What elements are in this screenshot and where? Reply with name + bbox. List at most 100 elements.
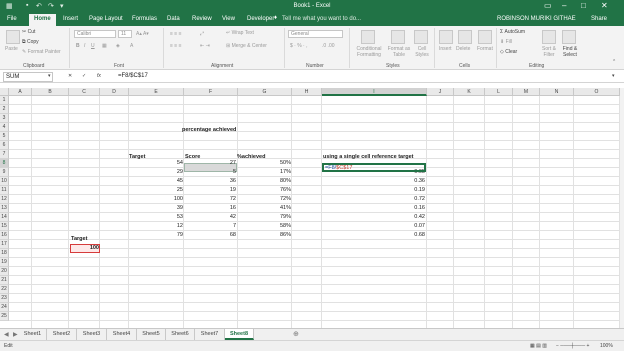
cell-i11[interactable]: 0.19 bbox=[322, 186, 426, 195]
sheet-tab-sheet2[interactable]: Sheet2 bbox=[47, 329, 77, 340]
format-as-table-button[interactable]: Format as Table bbox=[386, 46, 412, 58]
tab-review[interactable]: Review bbox=[192, 16, 212, 22]
format-cells-icon[interactable] bbox=[478, 30, 492, 44]
insert-cells-icon[interactable] bbox=[439, 30, 453, 44]
cell-g10[interactable]: 80% bbox=[238, 177, 292, 186]
cell-f15[interactable]: 7 bbox=[184, 222, 237, 231]
cell-i12[interactable]: 0.72 bbox=[322, 195, 426, 204]
fill-color-icon[interactable]: ◈ bbox=[116, 43, 120, 49]
column-header-b[interactable]: B bbox=[32, 88, 69, 96]
cell-g14[interactable]: 79% bbox=[238, 213, 292, 222]
row-header-7[interactable]: 7 bbox=[0, 150, 9, 159]
paste-button[interactable]: Paste bbox=[5, 46, 18, 52]
sort-filter-button[interactable]: Sort & Filter bbox=[540, 46, 558, 58]
cell-f8[interactable]: 27 bbox=[184, 159, 237, 168]
currency-icons[interactable]: $ · % · , bbox=[290, 43, 308, 49]
insert-function-icon[interactable]: fx bbox=[97, 73, 101, 79]
row-header-6[interactable]: 6 bbox=[0, 141, 9, 150]
cut-button[interactable]: ✂ Cut bbox=[22, 29, 35, 35]
row-header-20[interactable]: 20 bbox=[0, 267, 9, 276]
copy-button[interactable]: ⧉ Copy bbox=[22, 39, 39, 45]
insert-cells-button[interactable]: Insert bbox=[439, 46, 452, 52]
row-header-10[interactable]: 10 bbox=[0, 177, 9, 186]
decimal-icons[interactable]: .0 .00 bbox=[322, 43, 335, 49]
cell-g8[interactable]: 50% bbox=[238, 159, 292, 168]
view-buttons-icon[interactable]: ▦ ▤ ▥ bbox=[530, 343, 547, 349]
cell-i8-editing[interactable]: =F8/$C$17 bbox=[322, 163, 426, 172]
font-grow-icon[interactable]: A▴ A▾ bbox=[136, 31, 149, 37]
close-icon[interactable]: ✕ bbox=[601, 1, 608, 10]
scroll-right-icon[interactable]: ▶ bbox=[13, 331, 18, 338]
find-select-button[interactable]: Find & Select bbox=[560, 46, 580, 58]
zoom-slider[interactable]: − ───┼─── + bbox=[556, 343, 589, 349]
select-all-corner[interactable] bbox=[0, 88, 9, 96]
sheet-tab-sheet8[interactable]: Sheet8 bbox=[225, 329, 254, 340]
row-header-16[interactable]: 16 bbox=[0, 231, 9, 240]
row-header-2[interactable]: 2 bbox=[0, 105, 9, 114]
format-cells-button[interactable]: Format bbox=[477, 46, 493, 52]
borders-icon[interactable]: ▦ bbox=[102, 43, 107, 49]
tab-data[interactable]: Data bbox=[167, 16, 180, 22]
tab-developer[interactable]: Developer bbox=[247, 16, 274, 22]
font-color-icon[interactable]: A bbox=[130, 43, 133, 49]
tab-home[interactable]: Home bbox=[29, 14, 56, 26]
conditional-formatting-icon[interactable] bbox=[361, 30, 375, 44]
cell-styles-button[interactable]: Cell Styles bbox=[413, 46, 431, 58]
zoom-level[interactable]: 100% bbox=[600, 343, 613, 349]
tab-view[interactable]: View bbox=[222, 16, 235, 22]
cell-e14[interactable]: 53 bbox=[129, 213, 184, 222]
cell-f4[interactable]: percentage achieved bbox=[182, 126, 236, 135]
delete-cells-icon[interactable] bbox=[458, 30, 472, 44]
paste-icon[interactable] bbox=[6, 30, 20, 44]
cell-i7[interactable]: using a single cell reference target bbox=[323, 153, 413, 162]
autosum-button[interactable]: Σ AutoSum bbox=[500, 29, 525, 35]
enter-icon[interactable]: ✓ bbox=[82, 73, 86, 79]
row-header-11[interactable]: 11 bbox=[0, 186, 9, 195]
row-header-19[interactable]: 19 bbox=[0, 258, 9, 267]
sort-filter-icon[interactable] bbox=[542, 30, 556, 44]
column-header-f[interactable]: F bbox=[184, 88, 238, 96]
conditional-formatting-button[interactable]: Conditional Formatting bbox=[352, 46, 386, 58]
tab-file[interactable]: File bbox=[7, 16, 17, 22]
font-size-select[interactable]: 11 bbox=[118, 30, 132, 38]
row-header-13[interactable]: 13 bbox=[0, 204, 9, 213]
cell-f13[interactable]: 16 bbox=[184, 204, 237, 213]
column-header-g[interactable]: G bbox=[238, 88, 292, 96]
cell-g16[interactable]: 86% bbox=[238, 231, 292, 240]
tab-insert[interactable]: Insert bbox=[63, 16, 78, 22]
cell-f11[interactable]: 19 bbox=[184, 186, 237, 195]
row-header-14[interactable]: 14 bbox=[0, 213, 9, 222]
align-top-icons[interactable]: ≡ ≡ ≡ bbox=[170, 31, 182, 37]
column-header-i[interactable]: I bbox=[322, 88, 427, 96]
tell-me-input[interactable]: Tell me what you want to do... bbox=[282, 16, 361, 22]
cell-e15[interactable]: 12 bbox=[129, 222, 184, 231]
cell-g11[interactable]: 76% bbox=[238, 186, 292, 195]
orientation-icon[interactable]: ⤢ bbox=[200, 31, 204, 37]
tab-page-layout[interactable]: Page Layout bbox=[89, 16, 123, 22]
column-header-j[interactable]: J bbox=[427, 88, 454, 96]
column-header-k[interactable]: K bbox=[454, 88, 485, 96]
cell-c16[interactable]: Target bbox=[71, 235, 87, 244]
cell-e11[interactable]: 25 bbox=[129, 186, 184, 195]
name-box-dropdown-icon[interactable]: ▾ bbox=[48, 73, 51, 79]
sheet-tab-sheet1[interactable]: Sheet1 bbox=[19, 329, 47, 340]
row-header-22[interactable]: 22 bbox=[0, 285, 9, 294]
vertical-scrollbar[interactable] bbox=[620, 88, 624, 328]
column-header-d[interactable]: D bbox=[100, 88, 129, 96]
sheet-tab-sheet3[interactable]: Sheet3 bbox=[77, 329, 107, 340]
cell-f16[interactable]: 68 bbox=[184, 231, 237, 240]
cell-e13[interactable]: 39 bbox=[129, 204, 184, 213]
row-header-15[interactable]: 15 bbox=[0, 222, 9, 231]
row-header-4[interactable]: 4 bbox=[0, 123, 9, 132]
cell-i16[interactable]: 0.68 bbox=[322, 231, 426, 240]
cell-i15[interactable]: 0.07 bbox=[322, 222, 426, 231]
bold-button[interactable]: B bbox=[76, 43, 80, 49]
collapse-ribbon-icon[interactable]: ⌃ bbox=[612, 59, 616, 65]
cell-styles-icon[interactable] bbox=[414, 30, 428, 44]
tab-formulas[interactable]: Formulas bbox=[132, 16, 157, 22]
row-header-1[interactable]: 1 bbox=[0, 96, 9, 105]
cell-e8[interactable]: 54 bbox=[129, 159, 184, 168]
column-header-h[interactable]: H bbox=[292, 88, 322, 96]
column-header-o[interactable]: O bbox=[574, 88, 620, 96]
column-header-m[interactable]: M bbox=[513, 88, 540, 96]
